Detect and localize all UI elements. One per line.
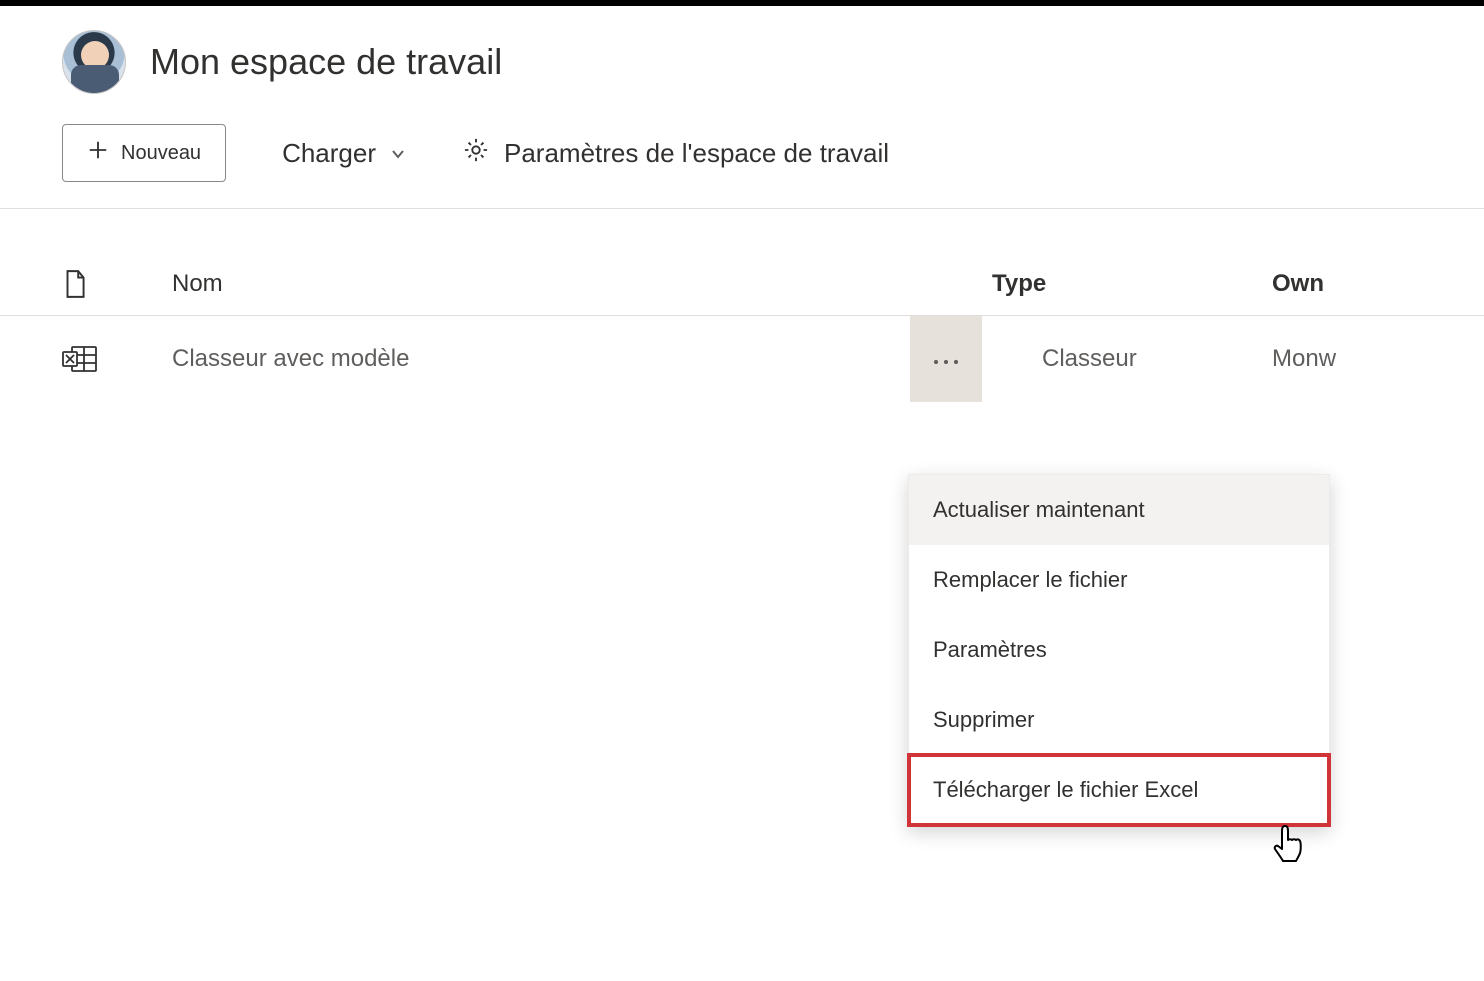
chevron-down-icon <box>390 138 406 169</box>
workspace-header: Mon espace de travail <box>0 6 1484 106</box>
new-button-label: Nouveau <box>121 142 201 165</box>
row-name[interactable]: Classeur avec modèle <box>172 345 992 373</box>
avatar[interactable] <box>62 30 126 94</box>
menu-item-delete[interactable]: Supprimer <box>909 685 1329 755</box>
upload-label: Charger <box>282 138 376 169</box>
file-type-column-icon <box>62 269 172 299</box>
ellipsis-icon <box>932 345 960 373</box>
menu-item-download-excel[interactable]: Télécharger le fichier Excel <box>909 755 1329 825</box>
menu-item-replace-file[interactable]: Remplacer le fichier <box>909 545 1329 615</box>
column-header-owner[interactable]: Own <box>1272 270 1484 298</box>
column-header-name[interactable]: Nom <box>172 270 992 298</box>
pointer-cursor-icon <box>1272 822 1308 866</box>
context-menu: Actualiser maintenant Remplacer le fichi… <box>908 474 1330 826</box>
row-type: Classeur <box>992 345 1272 373</box>
table-row[interactable]: Classeur avec modèle Classeur Monw <box>0 316 1484 402</box>
menu-item-settings[interactable]: Paramètres <box>909 615 1329 685</box>
toolbar: Nouveau Charger Paramètres de l'espace d… <box>0 106 1484 209</box>
excel-workbook-icon <box>62 344 172 374</box>
more-options-button[interactable] <box>910 316 982 402</box>
plus-icon <box>87 139 109 167</box>
workspace-settings-label: Paramètres de l'espace de travail <box>504 138 889 169</box>
column-header-type[interactable]: Type <box>992 270 1272 298</box>
table-header: Nom Type Own <box>0 209 1484 316</box>
workspace-title: Mon espace de travail <box>150 41 502 83</box>
gear-icon <box>462 136 490 171</box>
row-owner: Monw <box>1272 345 1484 373</box>
new-button[interactable]: Nouveau <box>62 124 226 182</box>
upload-dropdown[interactable]: Charger <box>282 138 406 169</box>
workspace-settings-button[interactable]: Paramètres de l'espace de travail <box>462 136 889 171</box>
menu-item-refresh-now[interactable]: Actualiser maintenant <box>909 475 1329 545</box>
